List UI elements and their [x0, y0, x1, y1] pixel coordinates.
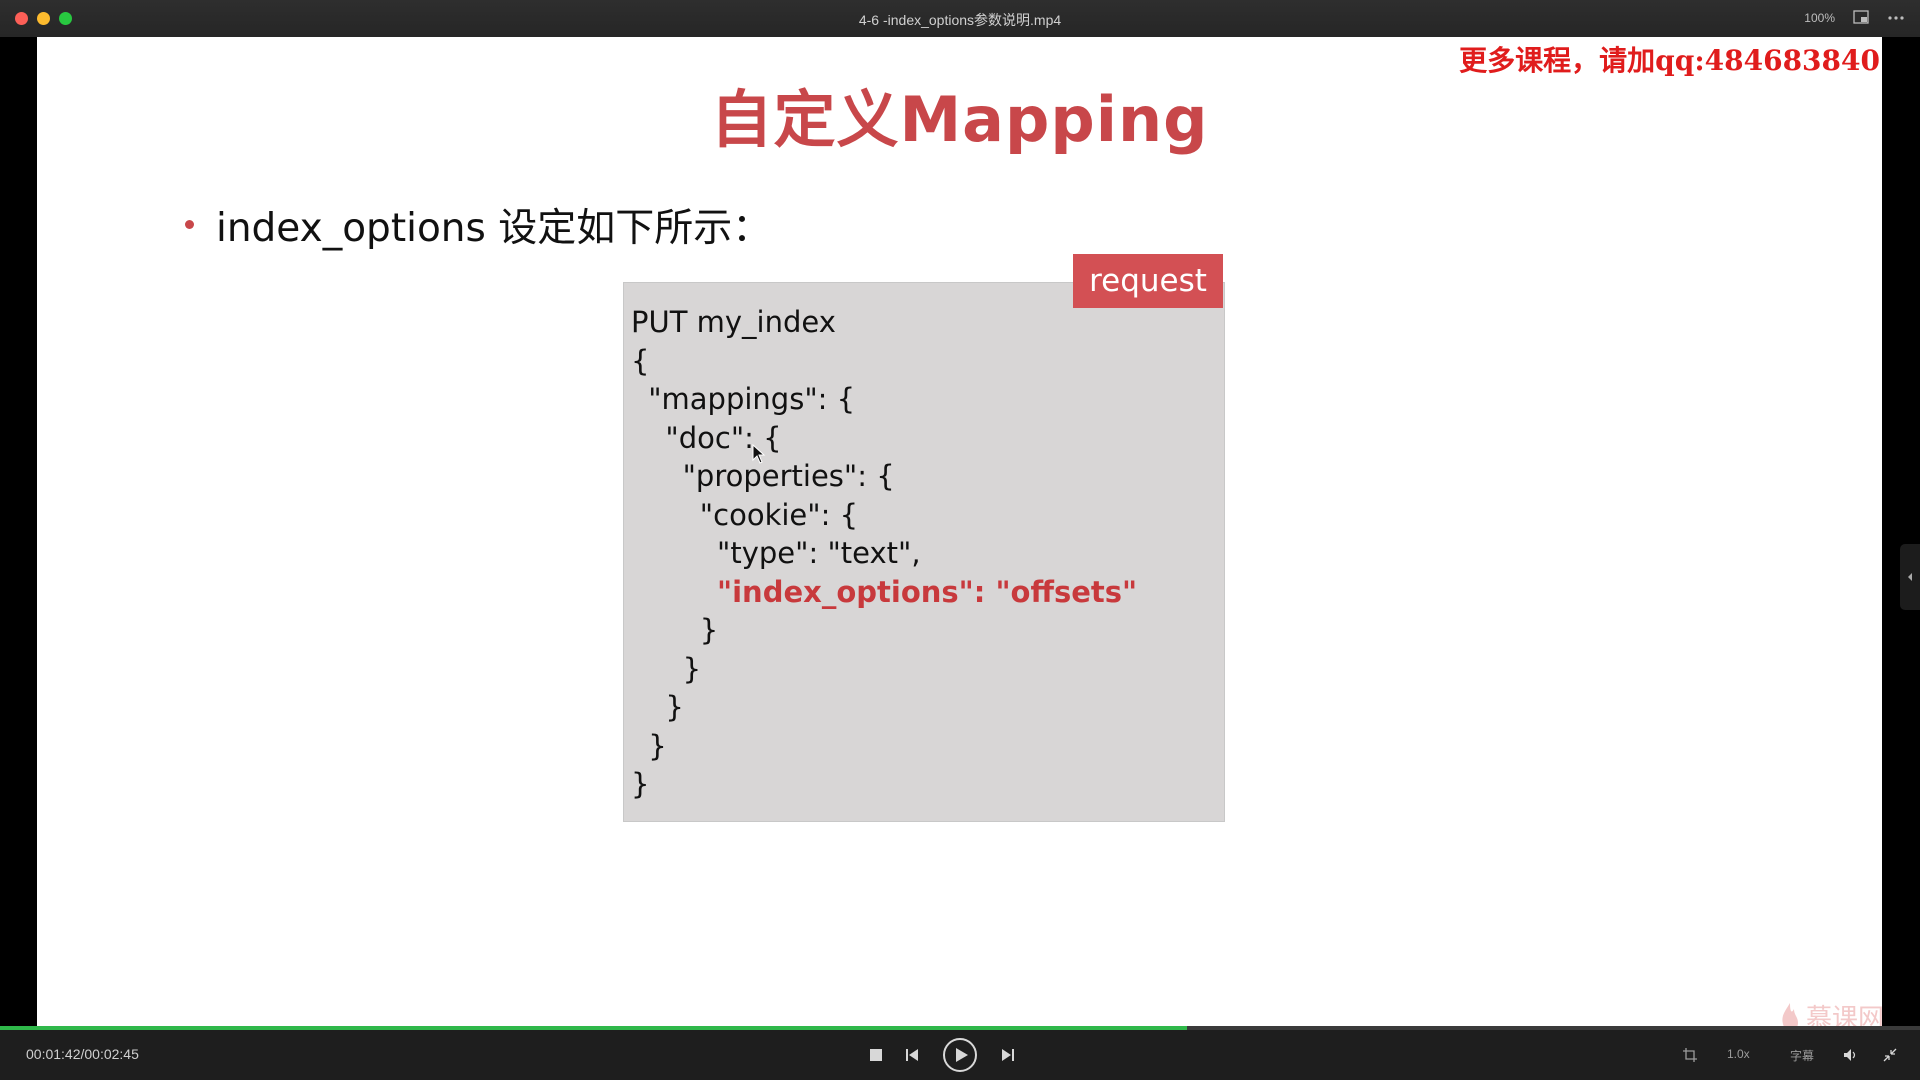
- stop-icon[interactable]: [866, 1040, 886, 1070]
- code-line: {: [631, 343, 650, 378]
- code-line-highlight: "index_options": "offsets": [717, 574, 1138, 609]
- chevron-left-icon[interactable]: [1900, 544, 1920, 610]
- zoom-level[interactable]: 100%: [1804, 11, 1835, 25]
- code-line: }: [665, 690, 684, 724]
- exit-fullscreen-icon[interactable]: [1880, 1040, 1900, 1070]
- code-line: }: [682, 651, 702, 686]
- code-line: }: [648, 728, 667, 763]
- window-title: 4-6 -index_options参数说明.mp4: [858, 12, 1062, 28]
- code-block: [623, 282, 1225, 822]
- volume-icon[interactable]: [1840, 1040, 1860, 1070]
- more-icon[interactable]: [1886, 8, 1906, 26]
- bullet-dot: [185, 220, 194, 229]
- code-line: }: [699, 613, 719, 647]
- picture-in-picture-icon[interactable]: [1852, 10, 1870, 26]
- request-badge: request: [1073, 254, 1223, 308]
- crop-icon[interactable]: [1680, 1040, 1700, 1070]
- time-display: 00:01:42/00:02:45: [26, 1046, 139, 1062]
- player-controls: 00:01:42/00:02:45 1.0x 字幕: [0, 1030, 1920, 1080]
- video-area[interactable]: 更多课程，请加qq:484683840 自定义Mapping index_opt…: [0, 37, 1920, 1034]
- code-line: "type": "text",: [717, 536, 921, 570]
- window-title-bar: 4-6 -index_options参数说明.mp4 100%: [0, 0, 1920, 38]
- play-icon[interactable]: [942, 1038, 978, 1072]
- subtitle-button[interactable]: 字幕: [1790, 1047, 1814, 1064]
- code-line: "mappings": {: [648, 382, 856, 416]
- code-line: "cookie": {: [699, 497, 859, 532]
- skip-next-icon[interactable]: [998, 1040, 1018, 1070]
- slide-title: 自定义Mapping: [710, 83, 1209, 156]
- skip-previous-icon[interactable]: [902, 1040, 922, 1070]
- code-line: PUT my_index: [631, 305, 836, 339]
- playback-speed-button[interactable]: 1.0x: [1727, 1047, 1750, 1061]
- bullet-text: index_options 设定如下所示：: [216, 206, 772, 251]
- code-line: "properties": {: [682, 459, 895, 493]
- code-line: }: [631, 767, 650, 801]
